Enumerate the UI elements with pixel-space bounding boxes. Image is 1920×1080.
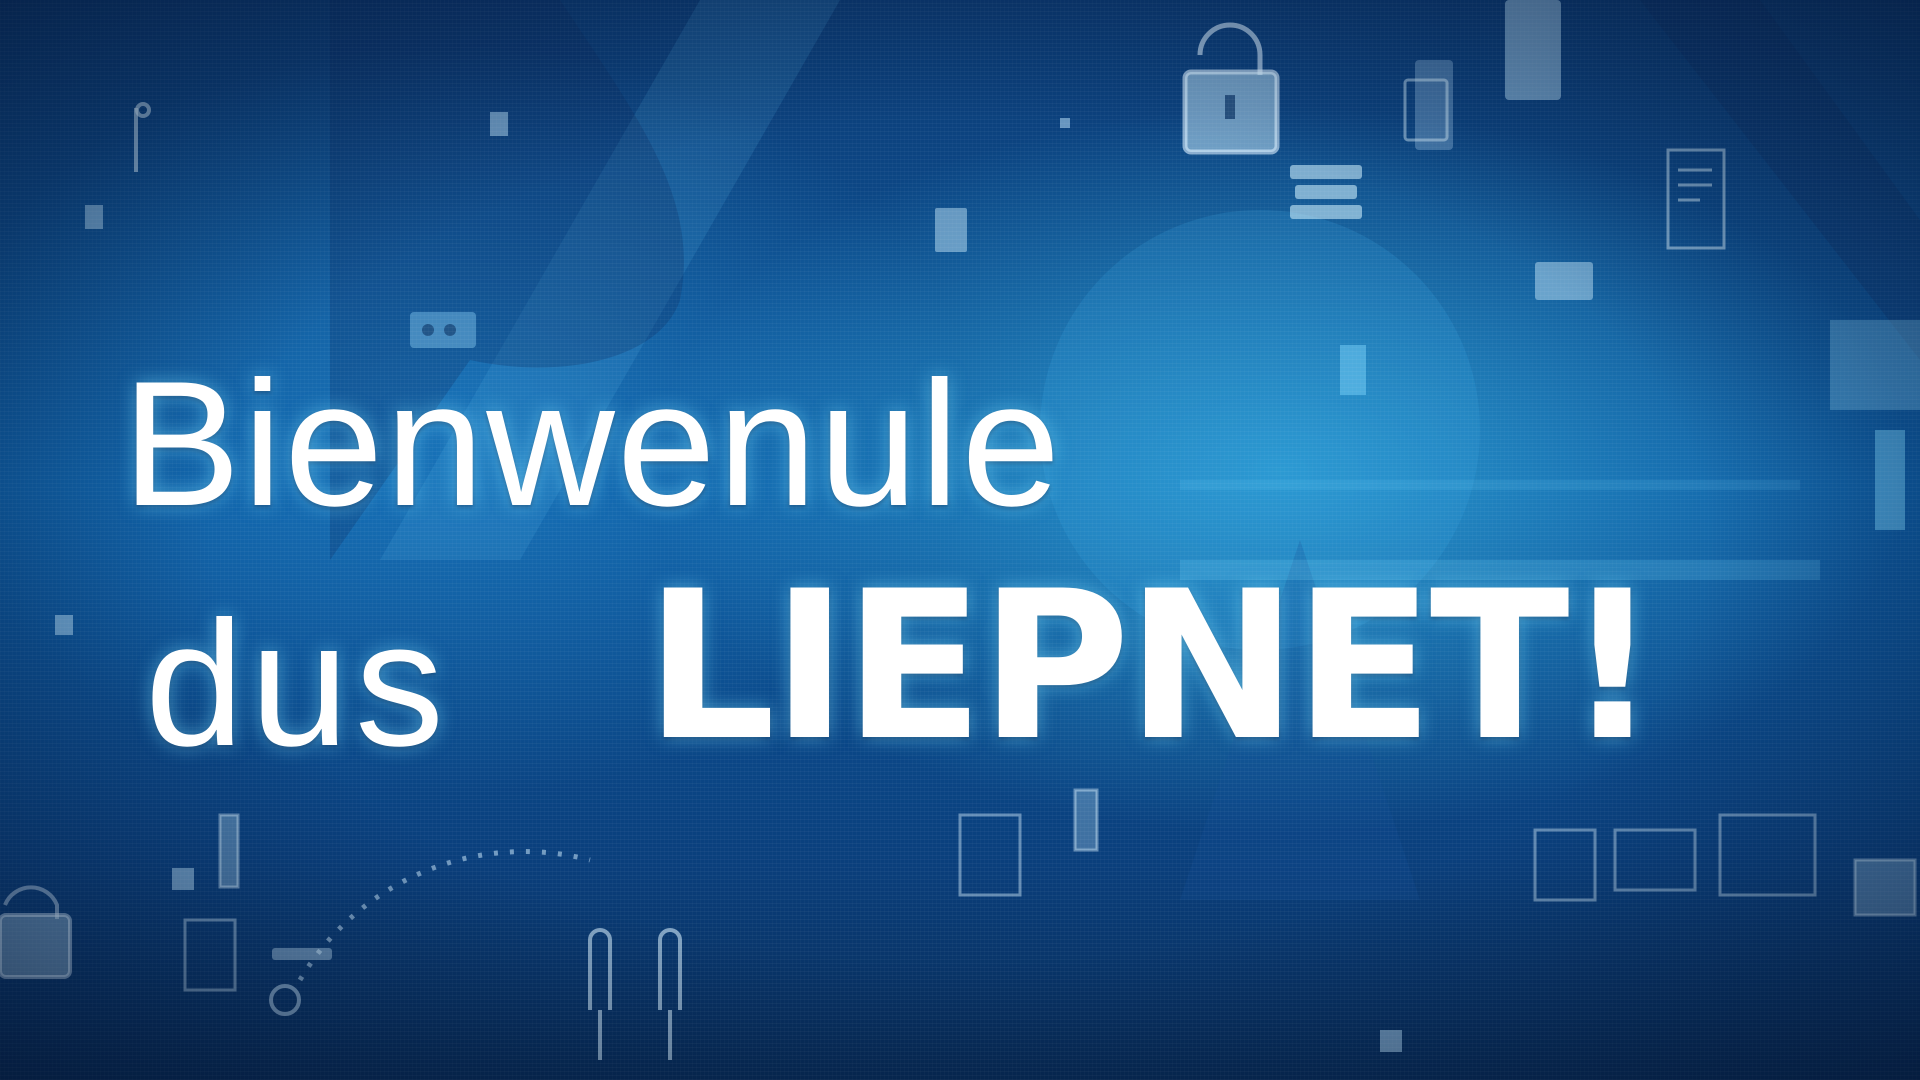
headline-line-1: Bienwenule <box>122 344 1063 543</box>
headline-line-2-regular: dus <box>145 584 450 783</box>
diagonal-shape-right <box>1640 0 1920 360</box>
padlock-icon <box>1182 22 1280 155</box>
document-icon <box>1666 148 1726 250</box>
gauge-icon <box>269 849 591 1016</box>
server-icon <box>1290 165 1362 219</box>
headline-line-2-bold: LIEPNET! <box>645 548 1659 786</box>
panel-icons <box>183 788 1917 992</box>
tablet-icon <box>1403 0 1561 150</box>
padlock-icon <box>0 885 72 979</box>
